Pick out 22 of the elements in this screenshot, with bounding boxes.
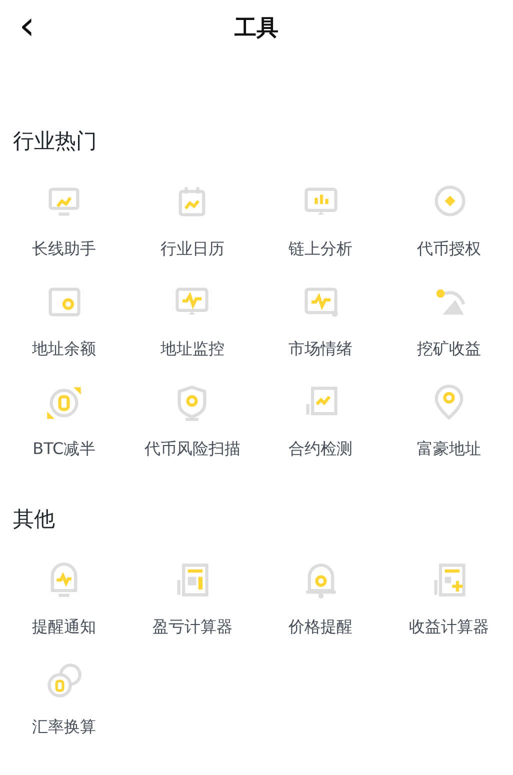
tool-item[interactable]: 地址监控 xyxy=(128,283,256,383)
tool-item[interactable]: 代币风险扫描 xyxy=(128,383,256,483)
tool-item[interactable]: 链上分析 xyxy=(256,183,385,283)
section-title: 其他 xyxy=(12,506,56,533)
tool-item[interactable]: 收益计算器 xyxy=(384,561,513,661)
back-button[interactable]: ‹ xyxy=(12,6,42,46)
tool-item[interactable]: 代币授权 xyxy=(384,183,513,283)
tool-item[interactable]: 价格提醒 xyxy=(256,561,385,661)
coin-exchange-icon xyxy=(45,661,84,699)
tool-item[interactable]: 长线助手 xyxy=(0,183,128,283)
section-title: 行业热门 xyxy=(12,128,98,155)
tool-item[interactable]: 汇率换算 xyxy=(0,661,128,761)
tool-item[interactable]: BTC减半 xyxy=(0,383,128,483)
tool-item[interactable]: 挖矿收益 xyxy=(384,283,513,383)
tool-item[interactable]: 地址余额 xyxy=(0,283,128,383)
tool-item[interactable]: 盈亏计算器 xyxy=(128,561,256,661)
tool-item[interactable]: 行业日历 xyxy=(128,183,256,283)
tool-item[interactable]: 提醒通知 xyxy=(0,561,128,661)
tool-item[interactable]: 市场情绪 xyxy=(256,283,385,383)
page-title: 工具 xyxy=(234,14,278,42)
tool-item[interactable]: 合约检测 xyxy=(256,383,385,483)
tool-item[interactable]: 富豪地址 xyxy=(384,383,513,483)
